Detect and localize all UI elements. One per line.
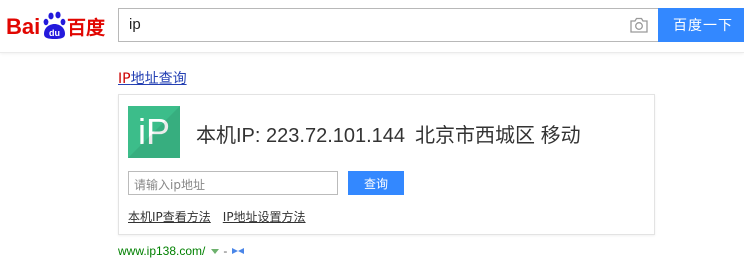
search-input-value: ip <box>129 16 141 33</box>
baidu-logo[interactable]: Bai du 百度 <box>6 10 110 40</box>
top-search-bar: Bai du 百度 ip 百度一下 <box>0 0 744 53</box>
ip-value: 223.72.101.144 <box>266 125 406 147</box>
camera-icon[interactable] <box>629 16 649 34</box>
link-view-ip-method[interactable]: 本机IP查看方法 <box>128 210 211 224</box>
ip-isp: 移动 <box>540 125 581 147</box>
result-title-link[interactable]: IP地址查询 <box>118 68 187 88</box>
source-url[interactable]: www.ip138.com/ <box>118 244 205 258</box>
bow-icon <box>231 244 245 258</box>
card-links: 本机IP查看方法 IP地址设置方法 <box>128 208 306 225</box>
source-dash: - <box>223 244 228 258</box>
ip-result-card: iP 本机IP: 223.72.101.144 北京市西城区 移动 请输入ip地址… <box>118 94 655 235</box>
search-input[interactable]: ip <box>118 8 658 42</box>
link-set-ip-method[interactable]: IP地址设置方法 <box>223 210 306 224</box>
ip-query-input[interactable]: 请输入ip地址 <box>128 171 338 195</box>
ip-logo-icon: iP <box>128 106 180 158</box>
ip-label: 本机IP: <box>196 125 261 147</box>
ip-location: 北京市西城区 <box>415 125 536 147</box>
result-title-highlight: IP <box>118 71 131 87</box>
svg-text:du: du <box>49 28 60 38</box>
ip-query-placeholder: 请输入ip地址 <box>134 178 205 192</box>
source-line: www.ip138.com/ - <box>118 244 245 258</box>
svg-text:百度: 百度 <box>67 16 106 39</box>
query-button[interactable]: 查询 <box>348 171 404 195</box>
search-button[interactable]: 百度一下 <box>658 8 744 42</box>
ip-info-line: 本机IP: 223.72.101.144 北京市西城区 移动 <box>196 119 581 148</box>
result-title-rest: 地址查询 <box>130 71 187 87</box>
source-dropdown-arrow-icon[interactable] <box>211 248 220 254</box>
svg-text:Bai: Bai <box>6 14 40 39</box>
